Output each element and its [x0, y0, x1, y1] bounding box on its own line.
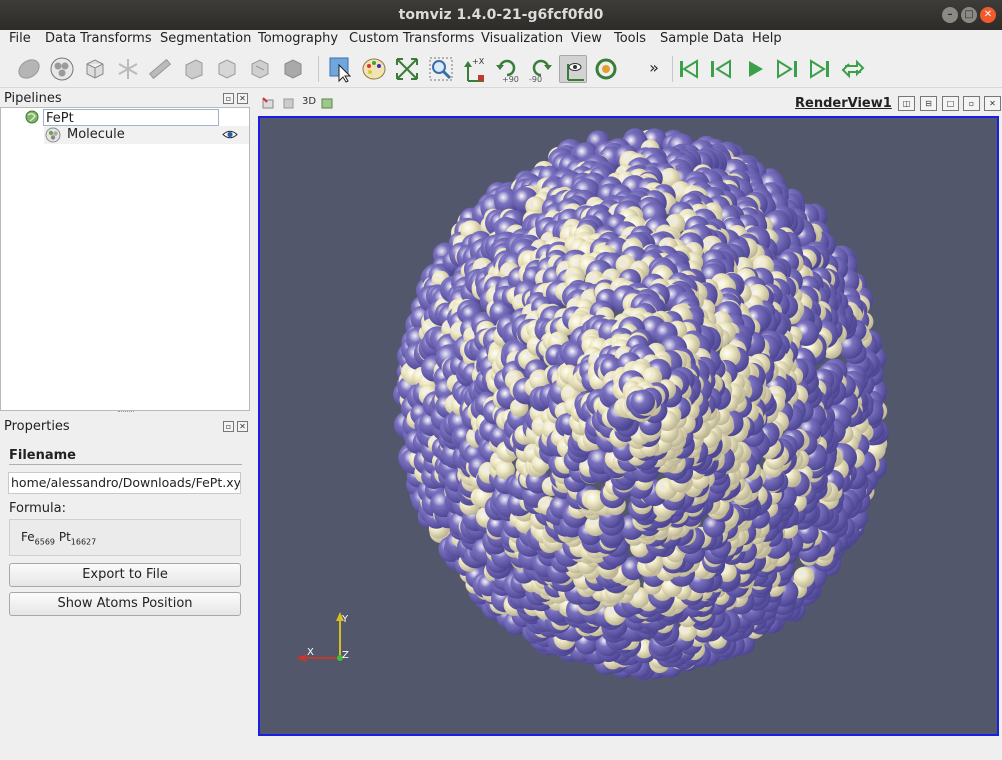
pipeline-item-label: Molecule	[67, 127, 125, 142]
view-header: 3D RenderView1 ◫ ⊟ □ ▫ ✕	[257, 93, 1002, 115]
properties-title: Properties	[4, 419, 70, 434]
rotate-plus-label: +90	[502, 75, 519, 83]
heading-divider	[9, 464, 242, 465]
window-titlebar: tomviz 1.4.0-21-g6fcf0fd0 – □ ✕	[0, 0, 1002, 30]
formula-element-pt: Pt	[58, 530, 71, 544]
menu-visualization[interactable]: Visualization	[481, 31, 563, 46]
nanoparticle-render[interactable]	[260, 118, 997, 734]
ruler-icon[interactable]	[146, 55, 174, 83]
formula-count-pt: 16627	[70, 537, 97, 547]
render-view-title: RenderView1	[795, 96, 892, 111]
menu-view[interactable]: View	[571, 31, 602, 46]
refresh-icon[interactable]	[592, 55, 620, 83]
splitter-handle[interactable]	[118, 411, 134, 415]
play-icon[interactable]	[741, 55, 769, 83]
axis-plus-x-label: +X	[472, 57, 485, 66]
axis-view-icon[interactable]: +X	[460, 55, 488, 83]
toolbar-overflow-button[interactable]: »	[640, 55, 668, 83]
last-frame-icon[interactable]	[806, 55, 834, 83]
rotate-minus-label: -90	[529, 75, 542, 83]
pipeline-item-fept[interactable]: FePt	[25, 109, 220, 127]
visibility-eye-icon[interactable]	[222, 129, 238, 140]
formula-box: Fe6569 Pt16627	[9, 519, 241, 556]
camera-undo-icon[interactable]	[282, 97, 295, 110]
slice-icon[interactable]	[15, 55, 43, 83]
menu-tools[interactable]: Tools	[614, 31, 646, 46]
fe-atom	[630, 389, 655, 414]
close-icon[interactable]: ✕	[980, 7, 996, 23]
maximize-icon[interactable]: □	[961, 7, 977, 23]
pipeline-item-molecule[interactable]: Molecule	[44, 126, 249, 144]
axis-z-label: Z	[342, 650, 349, 661]
formula-label: Formula:	[9, 501, 66, 516]
export-to-file-button[interactable]: Export to File	[9, 563, 241, 587]
minimize-icon[interactable]: –	[942, 7, 958, 23]
camera-link-icon[interactable]	[321, 97, 334, 110]
color-palette-icon[interactable]	[360, 55, 388, 83]
menu-tomography[interactable]: Tomography	[258, 31, 338, 46]
close-view-icon[interactable]: ✕	[984, 96, 1001, 111]
menu-segmentation[interactable]: Segmentation	[160, 31, 251, 46]
properties-float-icon[interactable]: ▫	[223, 421, 234, 432]
ortho-slice-icon[interactable]	[279, 55, 307, 83]
menu-help[interactable]: Help	[752, 31, 782, 46]
zoom-to-box-icon[interactable]	[427, 55, 455, 83]
previous-frame-icon[interactable]	[707, 55, 735, 83]
outline-icon[interactable]	[81, 55, 109, 83]
pipelines-float-icon[interactable]: ▫	[223, 93, 234, 104]
menu-bar: File Data Transforms Segmentation Tomogr…	[0, 30, 1002, 50]
clip-icon[interactable]	[180, 55, 208, 83]
maximize-view-icon[interactable]: □	[942, 96, 959, 111]
main-toolbar: +X +90 -90 »	[0, 50, 1002, 88]
loop-icon[interactable]	[839, 55, 867, 83]
rotate-plus-90-icon[interactable]: +90	[493, 55, 521, 84]
first-frame-icon[interactable]	[675, 55, 703, 83]
render-view[interactable]: Y X Z	[258, 116, 999, 736]
pipeline-item-label: FePt	[43, 109, 219, 126]
window-title: tomviz 1.4.0-21-g6fcf0fd0	[398, 7, 604, 23]
properties-close-icon[interactable]: ✕	[237, 421, 248, 432]
menu-file[interactable]: File	[9, 31, 31, 46]
interact-cursor-icon[interactable]	[327, 55, 355, 83]
contour-icon[interactable]	[114, 55, 142, 83]
formula-count-fe: 6569	[34, 537, 55, 547]
axis-x-label: X	[307, 647, 314, 658]
pipelines-tree: FePt Molecule	[0, 107, 250, 411]
molecule-tool-icon[interactable]	[48, 55, 76, 83]
next-frame-icon[interactable]	[773, 55, 801, 83]
split-horizontal-icon[interactable]: ◫	[898, 96, 915, 111]
float-view-icon[interactable]: ▫	[963, 96, 980, 111]
formula-element-fe: Fe	[21, 530, 35, 544]
pipelines-close-icon[interactable]: ✕	[237, 93, 248, 104]
threshold-icon[interactable]	[246, 55, 274, 83]
formula-text: Fe6569 Pt16627	[21, 530, 96, 546]
orientation-axes-toggle-icon[interactable]	[559, 55, 587, 83]
filename-heading: Filename	[9, 448, 76, 463]
pt-atom	[793, 566, 815, 588]
axis-y-label: Y	[341, 614, 349, 625]
menu-data-transforms[interactable]: Data Transforms	[45, 31, 152, 46]
menu-sample-data[interactable]: Sample Data	[660, 31, 744, 46]
show-atoms-position-button[interactable]: Show Atoms Position	[9, 592, 241, 616]
view-mode-3d-button[interactable]: 3D	[302, 96, 316, 107]
menu-custom-transforms[interactable]: Custom Transforms	[349, 31, 474, 46]
pipelines-title: Pipelines	[4, 91, 62, 106]
volume-icon[interactable]	[213, 55, 241, 83]
rotate-minus-90-icon[interactable]: -90	[527, 55, 555, 84]
split-vertical-icon[interactable]: ⊟	[920, 96, 937, 111]
capture-screenshot-icon[interactable]	[262, 97, 275, 110]
orientation-axes: Y X Z	[296, 612, 349, 662]
reset-camera-icon[interactable]	[393, 55, 421, 83]
filename-field[interactable]: home/alessandro/Downloads/FePt.xyz	[8, 472, 241, 494]
molecule-icon	[45, 127, 61, 143]
globe-icon	[25, 110, 39, 124]
